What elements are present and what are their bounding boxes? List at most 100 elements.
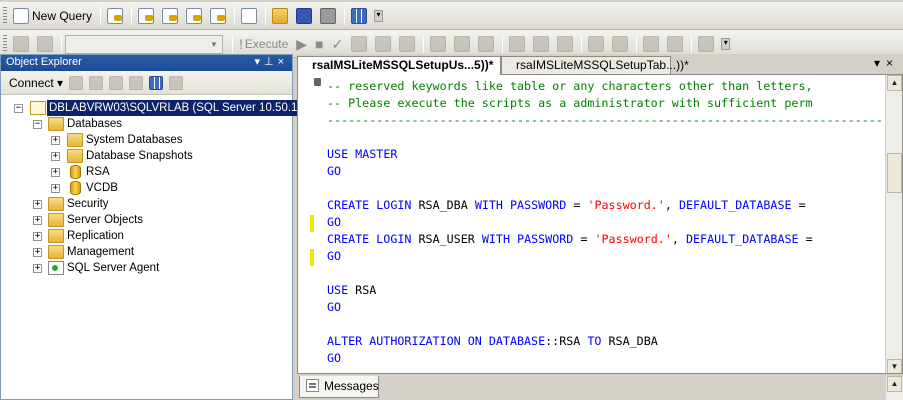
specify-template-values-button[interactable]: [695, 33, 717, 55]
checkmark-icon: ✓: [331, 35, 344, 52]
activity-monitor-icon[interactable]: [169, 75, 184, 90]
tree-node-vcdb[interactable]: + VCDB: [1, 180, 292, 196]
analysis-mdx-query-button[interactable]: [135, 5, 157, 27]
stop-icon[interactable]: [109, 75, 124, 90]
sql-agent-icon: [48, 261, 64, 275]
tree-node-sql-server-agent[interactable]: + SQL Server Agent: [1, 260, 292, 276]
results-to-file-button[interactable]: [554, 33, 576, 55]
actual-plan-icon: [454, 36, 471, 52]
connect-server-icon[interactable]: [69, 75, 84, 90]
execute-button[interactable]: ! Execute: [236, 33, 291, 55]
database-engine-query-button[interactable]: [104, 5, 126, 27]
expand-icon[interactable]: +: [33, 248, 42, 257]
results-to-grid-button[interactable]: [530, 33, 552, 55]
collapse-icon[interactable]: −: [14, 104, 23, 113]
indent-icon: [667, 36, 684, 52]
outdent-icon: [643, 36, 660, 52]
tree-node-databases[interactable]: − Databases: [1, 116, 292, 132]
query-designer-button[interactable]: [372, 33, 394, 55]
uncomment-lines-button[interactable]: [609, 33, 631, 55]
tree-node-server[interactable]: − DBLABVRW03\SQLVRLAB (SQL Server 10.50.…: [1, 100, 319, 116]
change-connection-button[interactable]: [34, 33, 56, 55]
parse-button[interactable]: ✓: [329, 33, 347, 55]
new-query-button[interactable]: New Query: [10, 5, 95, 27]
sql-code: -- reserved keywords like table or any c…: [327, 79, 890, 365]
results-to-text-button[interactable]: [506, 33, 528, 55]
play-icon: ▶: [296, 35, 308, 52]
open-file-button[interactable]: [269, 5, 291, 27]
scroll-up-icon[interactable]: ▲: [887, 376, 902, 392]
folder-icon: [48, 197, 64, 211]
toolbar-separator: [131, 7, 133, 25]
tree-node-system-databases[interactable]: + System Databases: [1, 132, 292, 148]
expand-icon[interactable]: +: [33, 200, 42, 209]
print-button[interactable]: [317, 5, 339, 27]
cancel-query-button[interactable]: ■: [312, 33, 326, 55]
vertical-scrollbar[interactable]: ▲ ▼: [885, 75, 902, 373]
tree-node-replication[interactable]: + Replication: [1, 228, 292, 244]
lock-icon: [314, 78, 321, 86]
tab-setup-user[interactable]: rsaIMSLiteMSSQLSetupUs...5))*: [297, 56, 501, 86]
tree-node-security[interactable]: + Security: [1, 196, 292, 212]
scroll-down-icon[interactable]: ▼: [887, 359, 902, 373]
uncomment-icon: [612, 36, 629, 52]
pin-icon[interactable]: ⊥: [264, 56, 278, 68]
tab-setup-tables[interactable]: rsaIMSLiteMSSQLSetupTab...))*: [501, 56, 689, 86]
close-icon[interactable]: ×: [886, 56, 899, 70]
connect-icon: [13, 36, 29, 52]
close-icon[interactable]: ×: [278, 56, 288, 68]
collapse-icon[interactable]: −: [33, 120, 42, 129]
intellisense-button[interactable]: [427, 33, 449, 55]
available-databases-dropdown[interactable]: ▼: [65, 34, 223, 54]
analysis-dmx-query-button[interactable]: [159, 5, 181, 27]
include-actual-plan-button[interactable]: [451, 33, 473, 55]
debug-button[interactable]: ▶: [293, 33, 310, 55]
new-file-button[interactable]: [238, 5, 260, 27]
database-engine-query-icon: [107, 8, 124, 24]
expand-icon[interactable]: +: [51, 168, 60, 177]
active-files-icon[interactable]: ▾: [874, 56, 886, 70]
sql-code-editor[interactable]: -- reserved keywords like table or any c…: [297, 74, 903, 374]
expand-icon[interactable]: +: [33, 264, 42, 273]
results-scrollbar[interactable]: ▲: [886, 376, 903, 400]
panel-controls: ▾⊥×: [254, 55, 288, 70]
expand-icon[interactable]: +: [51, 136, 60, 145]
connect-button[interactable]: [10, 33, 32, 55]
display-estimated-plan-button[interactable]: [348, 33, 370, 55]
refresh-icon[interactable]: [149, 75, 164, 90]
toolbar-grip[interactable]: [3, 7, 7, 24]
window-position-icon[interactable]: ▾: [254, 56, 264, 68]
toolbar-overflow-button[interactable]: ▾: [721, 38, 731, 50]
scroll-thumb[interactable]: [887, 153, 902, 193]
tree-node-server-objects[interactable]: + Server Objects: [1, 212, 292, 228]
tree-node-rsa[interactable]: + RSA: [1, 164, 292, 180]
toolbar-grip[interactable]: [3, 35, 7, 52]
scroll-up-icon[interactable]: ▲: [887, 75, 902, 91]
print-icon: [320, 8, 337, 24]
change-marker: [310, 249, 314, 266]
expand-icon[interactable]: +: [33, 232, 42, 241]
folder-icon: [67, 133, 83, 147]
save-button[interactable]: [293, 5, 315, 27]
increase-indent-button[interactable]: [664, 33, 686, 55]
toolbar-overflow-button[interactable]: ▾: [374, 10, 384, 22]
connect-dropdown[interactable]: Connect ▾: [9, 76, 63, 90]
toolbar-separator: [344, 7, 346, 25]
activity-monitor-button[interactable]: [348, 5, 370, 27]
query-options-button[interactable]: [396, 33, 418, 55]
expand-icon[interactable]: +: [51, 152, 60, 161]
expand-icon[interactable]: +: [51, 184, 60, 193]
disconnect-icon[interactable]: [89, 75, 104, 90]
tree-node-database-snapshots[interactable]: + Database Snapshots: [1, 148, 292, 164]
xmla-query-icon: [186, 8, 203, 24]
comment-lines-button[interactable]: [585, 33, 607, 55]
tab-messages[interactable]: Messages: [299, 376, 379, 398]
open-folder-icon: [272, 8, 289, 24]
tree-node-management[interactable]: + Management: [1, 244, 292, 260]
expand-icon[interactable]: +: [33, 216, 42, 225]
analysis-xmla-query-button[interactable]: [183, 5, 205, 27]
sql-compact-query-button[interactable]: [207, 5, 229, 27]
filter-icon[interactable]: [129, 75, 144, 90]
decrease-indent-button[interactable]: [640, 33, 662, 55]
client-statistics-button[interactable]: [475, 33, 497, 55]
